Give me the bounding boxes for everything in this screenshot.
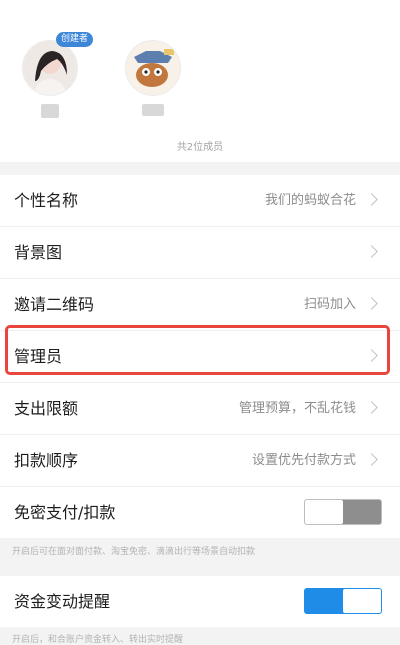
avatar-creator[interactable] — [22, 40, 78, 96]
row-nickname[interactable]: 个性名称 我们的蚂蚁合花 — [0, 175, 400, 227]
row-value: 管理预算，不乱花钱 — [238, 401, 356, 416]
row-value: 我们的蚂蚁合花 — [264, 193, 356, 208]
members-section: 创建者 共2位成员 — [0, 0, 400, 162]
row-password-free: 免密支付/扣款 — [0, 487, 400, 538]
fund-alert-hint: 开启后，和合账户资金转入、转出实时提醒 — [12, 635, 184, 645]
creator-badge: 创建者 — [56, 32, 94, 47]
member-name — [41, 104, 59, 118]
member-name — [142, 104, 164, 116]
row-value: 设置优先付款方式 — [251, 453, 356, 468]
avatar-member[interactable] — [125, 40, 181, 96]
member-second[interactable] — [125, 40, 181, 116]
settings-group: 个性名称 我们的蚂蚁合花 背景图 邀请二维码 扫码加入 管理员 支出限额 管理预… — [0, 175, 400, 538]
row-label: 扣款顺序 — [14, 451, 79, 470]
chevron-right-icon — [365, 401, 378, 414]
chevron-right-icon — [365, 349, 378, 362]
row-admin[interactable]: 管理员 — [0, 331, 400, 383]
toggle-knob — [343, 589, 381, 613]
row-invite-qr[interactable]: 邀请二维码 扫码加入 — [0, 279, 400, 331]
row-value: 扫码加入 — [303, 297, 356, 312]
fund-alert-toggle[interactable] — [304, 588, 382, 614]
password-free-hint: 开启后可在面对面付款、淘宝免密、滴滴出行等场景自动扣款 — [12, 547, 256, 557]
chevron-right-icon — [365, 453, 378, 466]
row-fund-alert: 资金变动提醒 — [0, 576, 400, 627]
row-deduction-order[interactable]: 扣款顺序 设置优先付款方式 — [0, 435, 400, 487]
row-label: 管理员 — [14, 347, 63, 366]
chevron-right-icon — [365, 245, 378, 258]
member-creator[interactable]: 创建者 — [22, 32, 94, 118]
members-count: 共2位成员 — [176, 142, 224, 153]
row-label: 个性名称 — [14, 191, 79, 210]
row-label: 免密支付/扣款 — [14, 503, 116, 522]
row-label: 邀请二维码 — [14, 295, 95, 314]
chevron-right-icon — [365, 193, 378, 206]
toggle-knob — [305, 500, 343, 524]
row-background[interactable]: 背景图 — [0, 227, 400, 279]
chevron-right-icon — [365, 297, 378, 310]
row-label: 背景图 — [14, 243, 63, 262]
row-spend-limit[interactable]: 支出限额 管理预算，不乱花钱 — [0, 383, 400, 435]
fund-alert-group: 资金变动提醒 — [0, 576, 400, 627]
row-label: 资金变动提醒 — [14, 592, 111, 611]
row-label: 支出限额 — [14, 399, 79, 418]
password-free-toggle[interactable] — [304, 499, 382, 525]
